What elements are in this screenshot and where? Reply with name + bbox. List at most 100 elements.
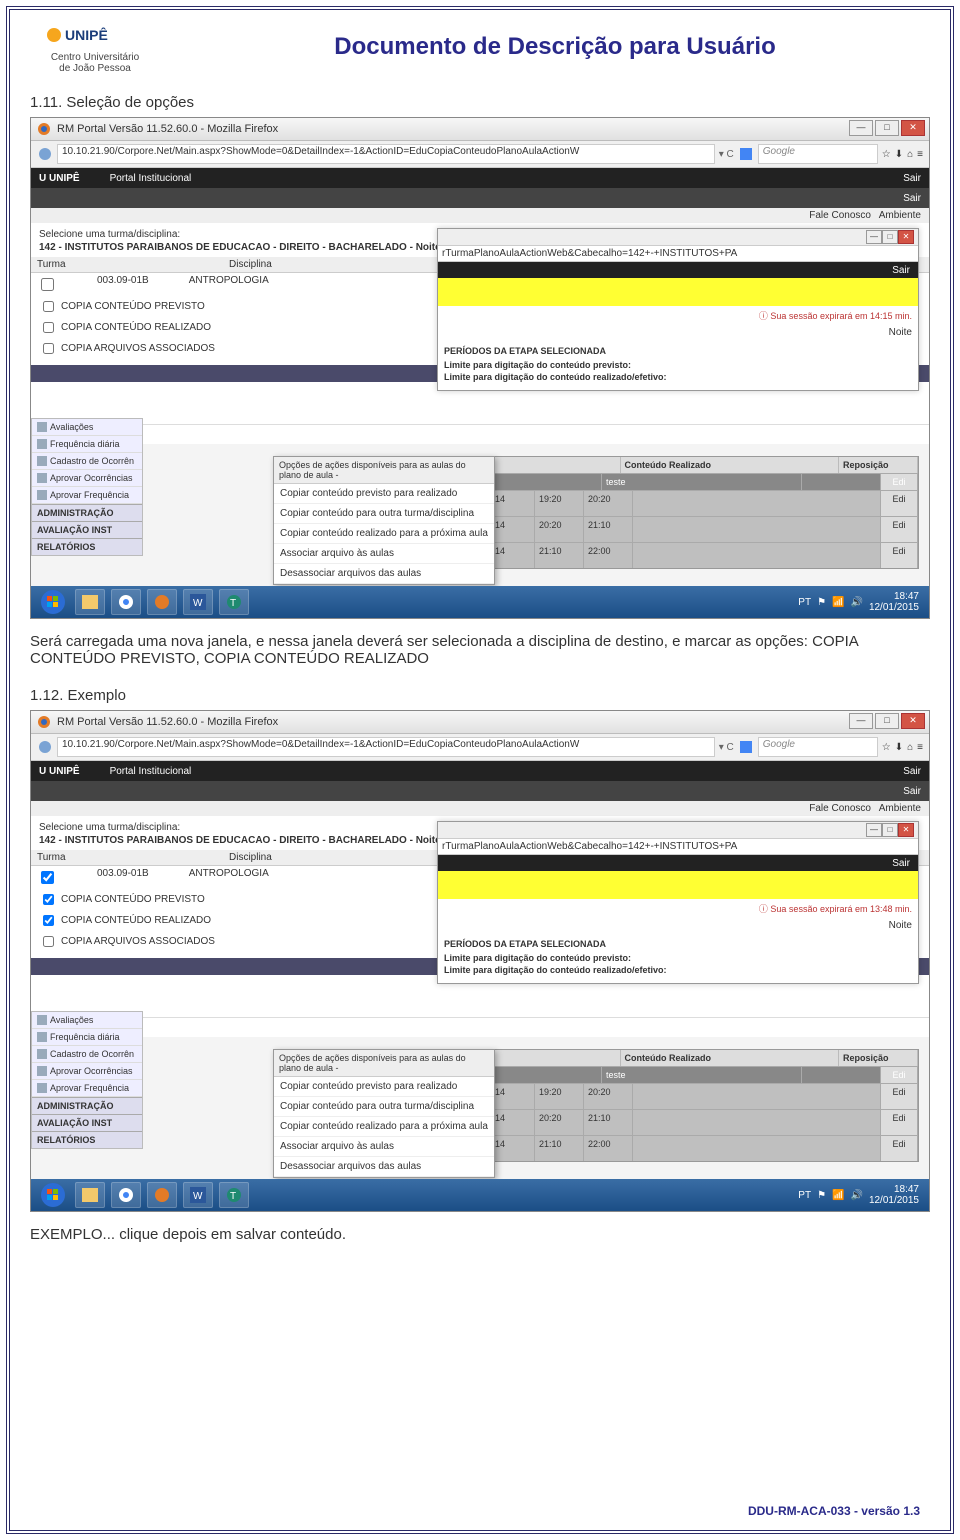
overlap-min-2[interactable]: — [866,823,882,837]
tb-app-icon-2[interactable]: T [219,1182,249,1208]
portal-link[interactable]: Portal Institucional [110,173,192,184]
sb-aprovar-oc-2[interactable]: Aprovar Ocorrências [32,1063,142,1080]
home-icon[interactable]: ⌂ [907,149,913,160]
popup-item-2b[interactable]: Copiar conteúdo realizado para a próxima… [274,1117,494,1137]
sb-group-aval[interactable]: AVALIAÇÃO INST [32,521,142,538]
sair-link-top[interactable]: Sair [903,173,921,184]
tray-flag-icon[interactable]: ⚑ [817,597,826,608]
sb-group-rel-2[interactable]: RELATÓRIOS [32,1131,142,1148]
cb-arquivos-2[interactable] [43,936,54,947]
nav-dropdown-icon-2[interactable]: ▾ C [719,742,734,753]
overlap-max[interactable]: □ [882,230,898,244]
menu-icon-2[interactable]: ≡ [917,742,923,753]
tb-lang-2[interactable]: PT [798,1190,811,1201]
sb-avaliacoes[interactable]: Avaliações [32,419,142,436]
tray-speaker-icon[interactable]: 🔊 [850,597,862,608]
tb-chrome-icon[interactable] [111,589,141,615]
bookmark-star-icon[interactable]: ☆ [882,149,891,160]
cb-realizado[interactable] [43,322,54,333]
tb-explorer-icon[interactable] [75,589,105,615]
edit-link-3[interactable]: Edi [881,543,918,568]
ambiente-link[interactable]: Ambiente [879,210,921,221]
edit-link-0b[interactable]: Edi [881,1067,918,1083]
edit-link-2b[interactable]: Edi [881,1110,918,1135]
tb-chrome-icon-2[interactable] [111,1182,141,1208]
portal-link-2[interactable]: Portal Institucional [110,766,192,777]
start-button-icon[interactable] [37,589,69,615]
close-button-2[interactable]: ✕ [901,713,925,729]
sb-group-admin-2[interactable]: ADMINISTRAÇÃO [32,1097,142,1114]
popup-item-4[interactable]: Desassociar arquivos das aulas [274,564,494,584]
tb-app-icon[interactable]: T [219,589,249,615]
taskbar-clock-2[interactable]: 18:47 12/01/2015 [869,1184,923,1206]
overlap-sair-2[interactable]: Sair [892,858,910,869]
overlap-close-2[interactable]: ✕ [898,823,914,837]
popup-item-1b[interactable]: Copiar conteúdo para outra turma/discipl… [274,1097,494,1117]
sair-link-top-2[interactable]: Sair [903,766,921,777]
sair-link-2[interactable]: Sair [903,193,921,204]
popup-item-3b[interactable]: Associar arquivo às aulas [274,1137,494,1157]
tray-network-icon-2[interactable]: 📶 [832,1190,844,1201]
edit-link-2[interactable]: Edi [881,517,918,542]
sb-aprovar-oc[interactable]: Aprovar Ocorrências [32,470,142,487]
overlap-max-2[interactable]: □ [882,823,898,837]
cb-realizado-2[interactable] [43,915,54,926]
start-button-icon-2[interactable] [37,1182,69,1208]
maximize-button-2[interactable]: □ [875,713,899,729]
sb-group-rel[interactable]: RELATÓRIOS [32,538,142,555]
sb-group-aval-2[interactable]: AVALIAÇÃO INST [32,1114,142,1131]
overlap-close[interactable]: ✕ [898,230,914,244]
tb-explorer-icon-2[interactable] [75,1182,105,1208]
close-button[interactable]: ✕ [901,120,925,136]
popup-item-0b[interactable]: Copiar conteúdo previsto para realizado [274,1077,494,1097]
tray-flag-icon-2[interactable]: ⚑ [817,1190,826,1201]
tb-firefox-icon-2[interactable] [147,1182,177,1208]
overlap-min[interactable]: — [866,230,882,244]
sair-link-2b[interactable]: Sair [903,786,921,797]
maximize-button[interactable]: □ [875,120,899,136]
downloads-icon[interactable]: ⬇ [895,149,903,160]
overlap-url[interactable]: rTurmaPlanoAulaActionWeb&Cabecalho=142+-… [438,246,918,262]
row-checkbox[interactable] [41,278,54,291]
tray-network-icon[interactable]: 📶 [832,597,844,608]
sb-avaliacoes-2[interactable]: Avaliações [32,1012,142,1029]
minimize-button-2[interactable]: — [849,713,873,729]
url-field-2[interactable]: 10.10.21.90/Corpore.Net/Main.aspx?ShowMo… [57,737,715,757]
popup-item-0[interactable]: Copiar conteúdo previsto para realizado [274,484,494,504]
popup-item-4b[interactable]: Desassociar arquivos das aulas [274,1157,494,1177]
popup-item-2[interactable]: Copiar conteúdo realizado para a próxima… [274,524,494,544]
row-checkbox-2[interactable] [41,871,54,884]
fale-conosco-link-2[interactable]: Fale Conosco [809,803,871,814]
tb-lang[interactable]: PT [798,597,811,608]
tb-word-icon[interactable]: W [183,589,213,615]
edit-link-1[interactable]: Edi [881,491,918,516]
sb-cadastro[interactable]: Cadastro de Ocorrên [32,453,142,470]
tb-firefox-icon[interactable] [147,589,177,615]
sb-aprovar-freq[interactable]: Aprovar Frequência [32,487,142,504]
downloads-icon-2[interactable]: ⬇ [895,742,903,753]
home-icon-2[interactable]: ⌂ [907,742,913,753]
sb-cadastro-2[interactable]: Cadastro de Ocorrên [32,1046,142,1063]
menu-icon[interactable]: ≡ [917,149,923,160]
url-field[interactable]: 10.10.21.90/Corpore.Net/Main.aspx?ShowMo… [57,144,715,164]
sb-frequencia-2[interactable]: Frequência diária [32,1029,142,1046]
nav-dropdown-icon[interactable]: ▾ C [719,149,734,160]
search-field[interactable]: Google [758,144,878,164]
cb-previsto[interactable] [43,301,54,312]
tb-word-icon-2[interactable]: W [183,1182,213,1208]
ambiente-link-2[interactable]: Ambiente [879,803,921,814]
edit-link-1b[interactable]: Edi [881,1084,918,1109]
overlap-url-2[interactable]: rTurmaPlanoAulaActionWeb&Cabecalho=142+-… [438,839,918,855]
tray-speaker-icon-2[interactable]: 🔊 [850,1190,862,1201]
edit-link-0[interactable]: Edi [881,474,918,490]
bookmark-star-icon-2[interactable]: ☆ [882,742,891,753]
popup-item-1[interactable]: Copiar conteúdo para outra turma/discipl… [274,504,494,524]
fale-conosco-link[interactable]: Fale Conosco [809,210,871,221]
sb-group-admin[interactable]: ADMINISTRAÇÃO [32,504,142,521]
cb-previsto-2[interactable] [43,894,54,905]
edit-link-3b[interactable]: Edi [881,1136,918,1161]
sb-frequencia[interactable]: Frequência diária [32,436,142,453]
sb-aprovar-freq-2[interactable]: Aprovar Frequência [32,1080,142,1097]
popup-item-3[interactable]: Associar arquivo às aulas [274,544,494,564]
minimize-button[interactable]: — [849,120,873,136]
